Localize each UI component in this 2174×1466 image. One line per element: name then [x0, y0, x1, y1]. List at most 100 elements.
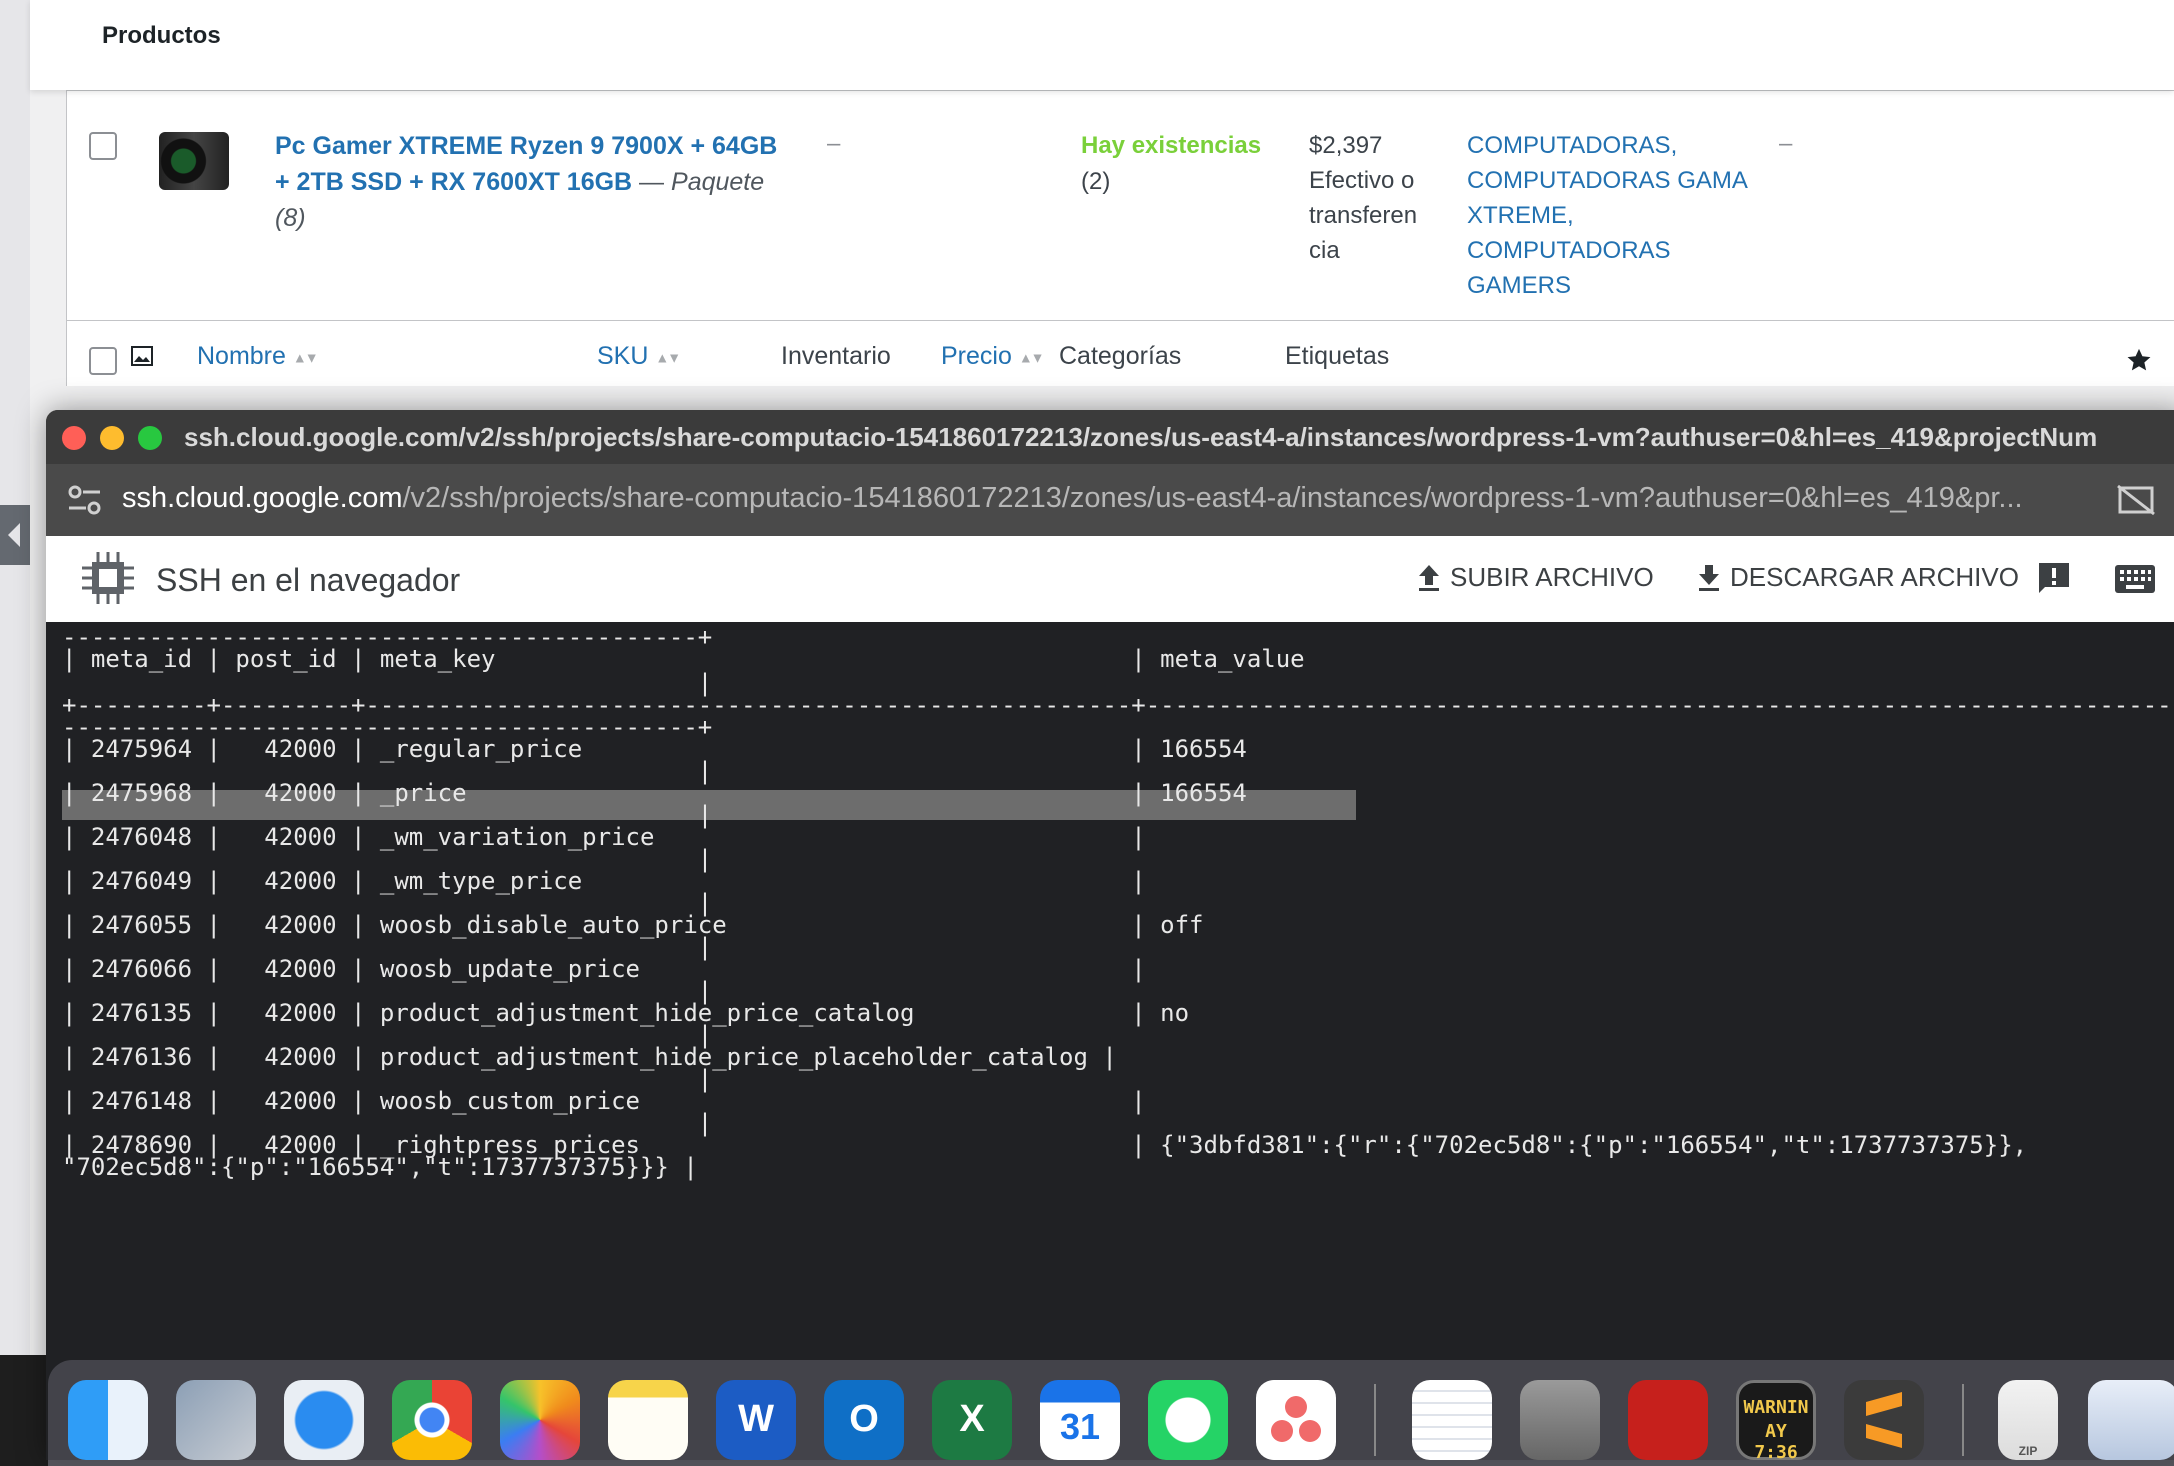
category-link[interactable]: COMPUTADORAS GAMA: [1467, 163, 1767, 198]
stock-count: (2): [1081, 168, 1111, 195]
product-type-separator: —: [632, 168, 672, 196]
product-sku: –: [827, 130, 841, 157]
price-line: Efectivo o: [1309, 167, 1415, 194]
wp-header: Productos: [30, 0, 2174, 90]
whatsapp-icon[interactable]: [1148, 1380, 1228, 1460]
product-name: Pc Gamer XTREME Ryzen 9 7900X + 64GB + 2…: [275, 128, 795, 236]
stock-status: Hay existencias: [1081, 132, 1262, 159]
row-divider: [67, 90, 2174, 91]
maximize-window-button[interactable]: [138, 426, 162, 450]
wp-admin-menu: [0, 0, 30, 1466]
window-title: ssh.cloud.google.com/v2/ssh/projects/sha…: [184, 422, 2098, 452]
price-line: cia: [1309, 237, 1340, 264]
product-tags: –: [1779, 130, 1793, 157]
sort-icon: ▲▼: [655, 349, 681, 366]
finder-icon[interactable]: [68, 1380, 148, 1460]
wp-admin-menu-footer: [0, 1355, 48, 1466]
collapse-menu-icon[interactable]: [0, 505, 30, 565]
sublime-text-icon[interactable]: [1844, 1380, 1924, 1460]
dock-separator: [1962, 1384, 1964, 1456]
products-table: Pc Gamer XTREME Ryzen 9 7900X + 64GB + 2…: [66, 90, 2174, 386]
window-titlebar[interactable]: ssh.cloud.google.com/v2/ssh/projects/sha…: [46, 410, 2174, 464]
ssh-terminal[interactable]: ----------------------------------------…: [46, 622, 2174, 1460]
site-settings-icon[interactable]: [66, 482, 104, 518]
product-type-count: (8): [275, 204, 306, 232]
category-link[interactable]: COMPUTADORAS,: [1467, 128, 1767, 163]
row-divider: [67, 320, 2174, 321]
column-sku[interactable]: SKU ▲▼: [597, 342, 681, 371]
word-icon-letter: W: [738, 1398, 774, 1440]
url-host: ssh.cloud.google.com: [122, 482, 403, 514]
excel-icon[interactable]: X: [932, 1380, 1012, 1460]
zip-label: ZIP: [2018, 1444, 2038, 1458]
download-file-label: DESCARGAR ARCHIVO: [1730, 562, 2019, 592]
photos-icon[interactable]: [500, 1380, 580, 1460]
product-thumbnail[interactable]: [159, 132, 229, 190]
calculator-icon[interactable]: [1520, 1380, 1600, 1460]
dock: W O X 31 WARNIN AY 7:36 ZIP: [48, 1360, 2174, 1466]
page-title: Productos: [102, 22, 221, 49]
upload-file-button[interactable]: SUBIR ARCHIVO: [1416, 562, 1654, 593]
asana-dots-icon: [1271, 1396, 1321, 1442]
feedback-icon[interactable]: [2036, 560, 2072, 596]
terminal-line: "702ec5d8":{"p":"166554","t":1737737375}…: [62, 1153, 698, 1181]
dock-separator: [1374, 1384, 1376, 1456]
outlook-icon-letter: O: [849, 1398, 879, 1440]
notes-icon[interactable]: [608, 1380, 688, 1460]
column-name-label: Nombre: [197, 342, 286, 370]
console-time-text: AY 7:36: [1754, 1421, 1798, 1463]
category-link[interactable]: COMPUTADORAS: [1467, 233, 1767, 268]
url-path: /v2/ssh/projects/share-computacio-154186…: [402, 482, 2023, 514]
screen: Productos Pc Gamer XTREME Ryzen 9 7900X …: [0, 0, 2174, 1466]
image-column-icon: [131, 346, 153, 366]
calendar-icon[interactable]: 31: [1040, 1380, 1120, 1460]
word-icon[interactable]: W: [716, 1380, 796, 1460]
url-text[interactable]: ssh.cloud.google.com/v2/ssh/projects/sha…: [122, 482, 2023, 515]
select-all-checkbox[interactable]: [89, 347, 117, 375]
product-stock: Hay existencias (2): [1081, 128, 1261, 200]
zip-file-icon[interactable]: ZIP: [1998, 1380, 2058, 1460]
upload-file-label: SUBIR ARCHIVO: [1450, 562, 1654, 592]
asana-icon[interactable]: [1256, 1380, 1336, 1460]
price-line: $2,397: [1309, 132, 1383, 159]
upload-icon: [1419, 564, 1439, 591]
address-bar[interactable]: ssh.cloud.google.com/v2/ssh/projects/sha…: [46, 464, 2174, 536]
product-type: Paquete: [671, 168, 765, 196]
calendar-day: 31: [1059, 1406, 1101, 1447]
download-file-button[interactable]: DESCARGAR ARCHIVO: [1696, 562, 2019, 593]
textedit-icon[interactable]: [1412, 1380, 1492, 1460]
ssh-toolbar: SSH en el navegador SUBIR ARCHIVO DESCAR…: [46, 536, 2174, 622]
acrobat-icon[interactable]: [1628, 1380, 1708, 1460]
category-link[interactable]: XTREME,: [1467, 198, 1767, 233]
column-sku-label: SKU: [597, 342, 649, 370]
chrome-icon[interactable]: [392, 1380, 472, 1460]
sublime-logo-icon: [1866, 1392, 1902, 1448]
close-window-button[interactable]: [62, 426, 86, 450]
download-icon: [1699, 564, 1719, 591]
keyboard-icon[interactable]: [2114, 564, 2156, 594]
featured-star-icon[interactable]: [2125, 346, 2153, 374]
price-line: transferen: [1309, 202, 1418, 229]
excel-icon-letter: X: [959, 1398, 985, 1440]
product-price: $2,397 Efectivo o transferen cia: [1309, 128, 1469, 268]
document-thumbnail-icon[interactable]: [2088, 1380, 2174, 1460]
category-link[interactable]: GAMERS: [1467, 268, 1767, 303]
ssh-title: SSH en el navegador: [156, 562, 461, 598]
chip-icon: [82, 552, 134, 604]
console-icon[interactable]: WARNIN AY 7:36: [1736, 1380, 1816, 1463]
sort-icon: ▲▼: [1018, 349, 1045, 366]
safari-icon[interactable]: [284, 1380, 364, 1460]
column-tags: Etiquetas: [1285, 342, 1390, 370]
minimize-window-button[interactable]: [100, 426, 124, 450]
outlook-icon[interactable]: O: [824, 1380, 904, 1460]
column-name[interactable]: Nombre ▲▼: [197, 342, 319, 371]
row-checkbox[interactable]: [89, 132, 117, 160]
column-price-label: Precio: [941, 342, 1012, 370]
column-price[interactable]: Precio ▲▼: [941, 342, 1045, 371]
browser-window: ssh.cloud.google.com/v2/ssh/projects/sha…: [46, 410, 2174, 1460]
sort-icon: ▲▼: [292, 349, 319, 366]
column-categories: Categorías: [1059, 342, 1182, 370]
cast-off-icon[interactable]: [2116, 484, 2156, 516]
column-stock: Inventario: [781, 342, 891, 370]
launchpad-icon[interactable]: [176, 1380, 256, 1460]
